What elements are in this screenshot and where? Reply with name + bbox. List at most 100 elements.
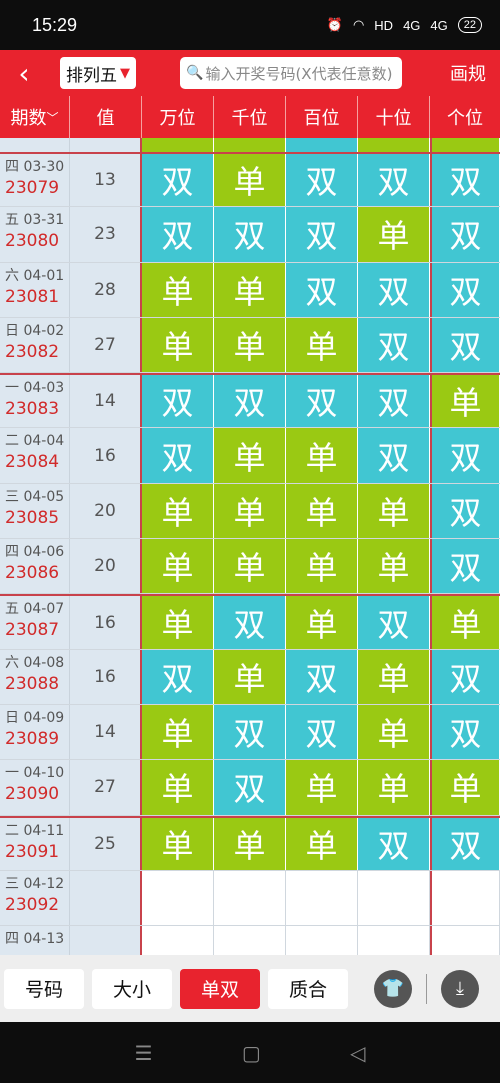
- issue-date: 一 04-10: [5, 765, 65, 782]
- header-pos-5: 个位: [447, 108, 483, 129]
- search-input[interactable]: 🔍 输入开奖号码(X代表任意数): [180, 57, 402, 89]
- tab-number[interactable]: 号码: [4, 968, 84, 1009]
- position-cell-2: 双: [214, 760, 286, 815]
- issue-cell: 二 04-11 23091: [0, 817, 70, 870]
- issue-cell: 四 03-30 23079: [0, 154, 70, 207]
- menu-icon[interactable]: ☰: [135, 1041, 153, 1065]
- issue-cell: 三 04-12 23092: [0, 870, 70, 926]
- position-cell-2: 单: [214, 483, 286, 539]
- position-cell-4: [358, 870, 430, 926]
- sum-value: 20: [70, 483, 142, 539]
- signal-1: 4G: [403, 17, 421, 33]
- position-cell-3: 单: [286, 817, 358, 870]
- game-selector[interactable]: 排列五 ▼: [60, 57, 136, 89]
- position-cell-3: 单: [286, 596, 358, 649]
- position-cell-3: 双: [286, 154, 358, 207]
- issue-number: 23080: [5, 231, 60, 252]
- header-issue[interactable]: 期数 ﹀: [0, 96, 70, 138]
- tab-odd-even[interactable]: 单双: [180, 968, 260, 1009]
- position-cell-1: [142, 926, 214, 955]
- position-cell-5: 单: [430, 596, 500, 649]
- table-row: 六 04-08 23088 16 双单双单双: [0, 649, 500, 705]
- table-row: 日 04-02 23082 27 单单单双双: [0, 317, 500, 374]
- table-row: 五 04-07 23087 16 单双单双单: [0, 594, 500, 650]
- battery-icon: 22: [457, 17, 482, 33]
- position-cell-3: 单: [286, 539, 358, 594]
- back-icon[interactable]: ◁: [350, 1041, 365, 1065]
- wifi-icon: ◠: [352, 17, 365, 32]
- sum-value: 14: [70, 704, 142, 760]
- position-cell-3: 单: [286, 317, 358, 373]
- position-cell-3: 单: [286, 760, 358, 815]
- table-row: 二 04-11 23091 25 单单单双双: [0, 815, 500, 871]
- position-cell-1: 单: [142, 760, 214, 815]
- issue-date: 三 04-05: [5, 488, 65, 505]
- position-cell-1: 单: [142, 483, 214, 539]
- partial-row: [0, 138, 500, 152]
- issue-cell: 二 04-04 23084: [0, 428, 70, 483]
- position-cell-2: 单: [214, 817, 286, 870]
- back-arrow-icon[interactable]: ‹: [0, 50, 48, 96]
- rows-container: 四 03-30 23079 13 双单双双双五 03-31 23080 23 双双双单双六 …: [0, 152, 500, 955]
- issue-date: 四 03-30: [5, 159, 65, 175]
- position-cell-1: 单: [142, 262, 214, 317]
- divider: [426, 973, 427, 1004]
- position-cell-4: 双: [358, 817, 430, 870]
- issue-cell: 三 04-05 23085: [0, 483, 70, 539]
- position-cell-5: 双: [430, 483, 500, 539]
- shirt-icon[interactable]: 👕: [374, 969, 412, 1008]
- position-cell-4: 双: [358, 428, 430, 483]
- home-icon[interactable]: ▢: [242, 1041, 261, 1065]
- table-row: 四 04-06 23086 20 单单单单双: [0, 539, 500, 595]
- tab-prime-composite[interactable]: 质合: [268, 968, 348, 1009]
- position-cell-1: 双: [142, 207, 214, 262]
- table-header: 期数 ﹀ 值 万位 千位 百位 十位 个位: [0, 96, 500, 138]
- issue-date: 三 04-12: [5, 875, 65, 892]
- issue-number: 23079: [5, 178, 60, 198]
- issue-cell: 六 04-01 23081: [0, 262, 70, 317]
- header-pos-1: 万位: [142, 96, 214, 138]
- position-cell-3: 双: [286, 649, 358, 704]
- issue-date: 日 04-09: [5, 709, 65, 726]
- position-cell-5: [430, 926, 500, 955]
- issue-date: 二 04-11: [5, 822, 65, 839]
- sum-value: 20: [70, 539, 142, 594]
- position-cell-4: 单: [358, 649, 430, 704]
- position-cell-5: 双: [430, 317, 500, 373]
- issue-number: 23088: [5, 673, 60, 694]
- issue-cell: 一 04-10 23090: [0, 760, 70, 815]
- sum-value: 27: [70, 760, 142, 815]
- sum-value: 28: [70, 262, 142, 317]
- rules-button[interactable]: 画规: [450, 60, 486, 86]
- table-row: 日 04-09 23089 14 单双双单双: [0, 704, 500, 761]
- system-nav-bar: ☰ ▢ ◁: [0, 1022, 500, 1083]
- position-cell-4: 双: [358, 317, 430, 373]
- table-row: 六 04-01 23081 28 单单双双双: [0, 262, 500, 318]
- position-cell-2: 单: [214, 539, 286, 594]
- sum-value: 25: [70, 817, 142, 870]
- position-cell-5: 双: [430, 649, 500, 704]
- caret-down-icon: ▼: [120, 65, 130, 81]
- issue-number: 23082: [5, 341, 60, 362]
- header-pos-3: 百位: [286, 96, 358, 138]
- issue-number: 23081: [5, 286, 60, 307]
- position-cell-1: 单: [142, 704, 214, 760]
- position-cell-5: 双: [430, 704, 500, 760]
- position-cell-2: 单: [214, 649, 286, 704]
- sum-value: 14: [70, 375, 142, 428]
- tab-size[interactable]: 大小: [92, 968, 172, 1009]
- issue-date: 日 04-02: [5, 322, 65, 339]
- table-row: 一 04-10 23090 27 单双单单单: [0, 760, 500, 816]
- position-cell-2: 双: [214, 704, 286, 760]
- position-cell-2: 双: [214, 375, 286, 428]
- issue-date: 一 04-03: [5, 380, 65, 397]
- sum-value: 27: [70, 317, 142, 373]
- results-grid[interactable]: 四 03-30 23079 13 双单双双双五 03-31 23080 23 双双双单双六 …: [0, 138, 500, 955]
- issue-cell: 四 04-13: [0, 926, 70, 955]
- issue-cell: 六 04-08 23088: [0, 649, 70, 704]
- position-cell-2: [214, 870, 286, 926]
- issue-date: 四 04-13: [5, 931, 65, 948]
- sum-value: 23: [70, 207, 142, 262]
- download-icon[interactable]: ⤓: [441, 969, 479, 1008]
- issue-number: 23084: [5, 452, 60, 473]
